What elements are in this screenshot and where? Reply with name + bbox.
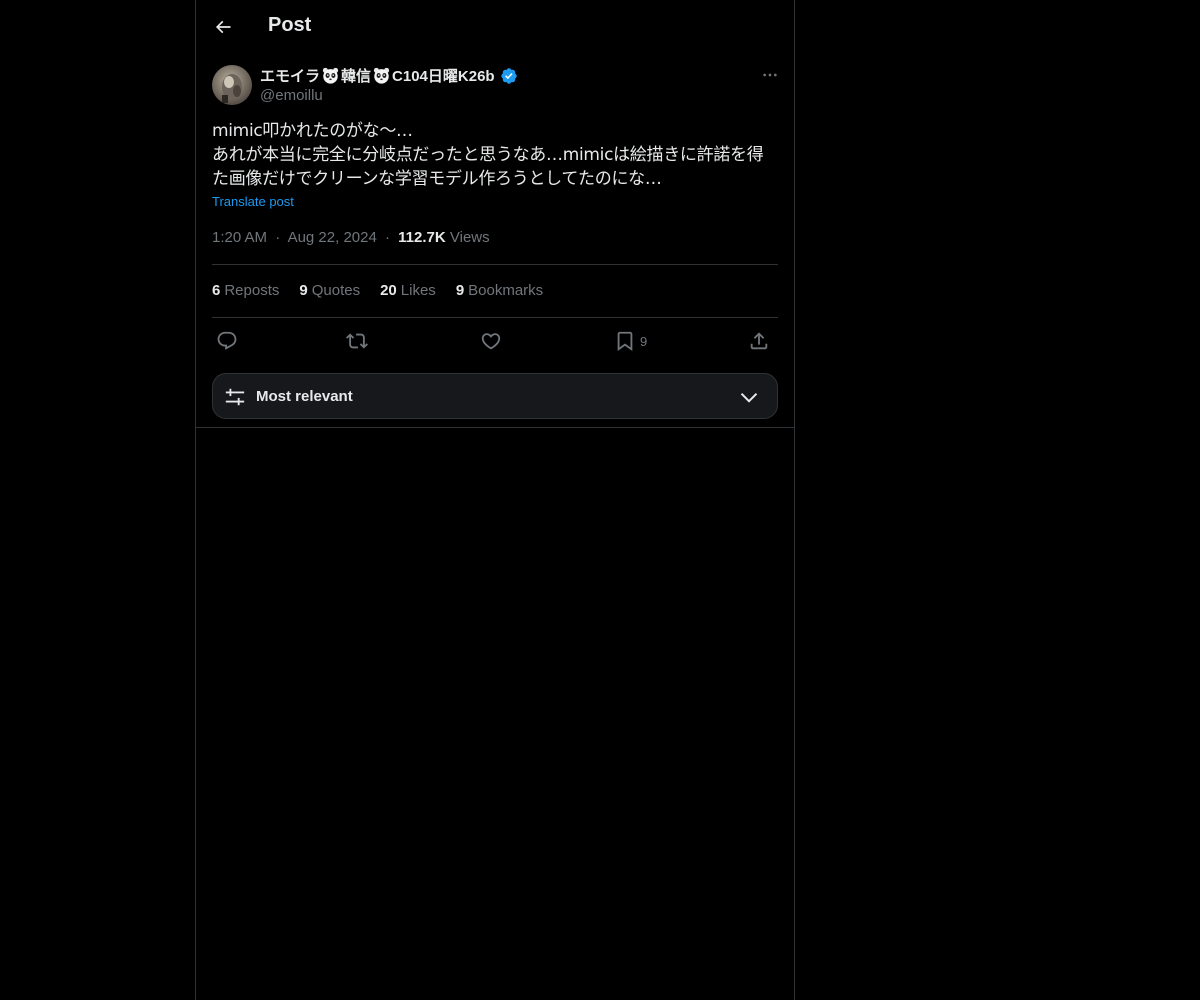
reply-button[interactable] bbox=[216, 326, 238, 356]
more-options-button[interactable] bbox=[744, 64, 778, 86]
share-icon bbox=[748, 330, 770, 352]
divider bbox=[212, 317, 778, 318]
divider bbox=[196, 427, 794, 428]
divider bbox=[212, 264, 778, 265]
sliders-icon bbox=[224, 386, 246, 408]
like-button[interactable] bbox=[480, 326, 502, 356]
translate-post-link[interactable]: Translate post bbox=[212, 194, 294, 209]
repost-button[interactable] bbox=[346, 326, 368, 356]
author-handle[interactable]: @emoillu bbox=[260, 87, 323, 104]
share-button[interactable] bbox=[748, 326, 770, 356]
reposts-count: 6 bbox=[212, 282, 221, 299]
post-text-line: た画像だけでクリーンな学習モデル作ろうとしてたのにな… bbox=[212, 169, 662, 189]
reply-sort-dropdown[interactable]: Most relevant bbox=[212, 373, 778, 419]
post-time[interactable]: 1:20 AM bbox=[212, 229, 267, 246]
more-horizontal-icon bbox=[762, 67, 778, 83]
post-text-line: あれが本当に完全に分岐点だったと思うなあ…mimicは絵描きに許諾を得 bbox=[212, 145, 764, 165]
chevron-down-icon bbox=[739, 387, 759, 407]
post-date[interactable]: Aug 22, 2024 bbox=[288, 229, 377, 246]
likes-count: 20 bbox=[380, 282, 397, 299]
bookmark-count: 9 bbox=[640, 333, 648, 349]
panda-emoji-icon bbox=[322, 67, 339, 84]
action-bar: 9 bbox=[212, 326, 778, 358]
reply-icon bbox=[216, 330, 238, 352]
author-name[interactable]: エモイラ 韓信 C104日曜K26b bbox=[260, 65, 518, 86]
quotes-label: Quotes bbox=[311, 282, 361, 299]
likes-stat[interactable]: 20 Likes bbox=[380, 282, 436, 302]
meta-separator: · bbox=[275, 229, 281, 246]
views-count: 112.7K bbox=[398, 229, 446, 246]
reposts-label: Reposts bbox=[224, 282, 280, 299]
verified-badge-icon[interactable] bbox=[500, 67, 518, 85]
views-label: Views bbox=[449, 229, 490, 246]
meta-separator: · bbox=[384, 229, 390, 246]
author-name-part2: 韓信 bbox=[341, 68, 372, 85]
quotes-stat[interactable]: 9 Quotes bbox=[299, 282, 360, 302]
bookmarks-count: 9 bbox=[455, 282, 465, 299]
reposts-stat[interactable]: 6 Reposts bbox=[212, 282, 279, 302]
likes-label: Likes bbox=[400, 282, 436, 299]
author-name-part1: エモイラ bbox=[260, 68, 321, 85]
bookmarks-label: Bookmarks bbox=[468, 282, 544, 299]
bookmark-icon bbox=[614, 330, 636, 352]
arrow-left-icon bbox=[213, 17, 233, 37]
post-meta: 1:20 AM · Aug 22, 2024 · 112.7K Views bbox=[212, 229, 490, 246]
post-text: mimic叩かれたのがな〜… あれが本当に完全に分岐点だったと思うなあ…mimi… bbox=[212, 119, 778, 191]
page-header: Post bbox=[196, 0, 794, 54]
avatar[interactable] bbox=[212, 65, 252, 105]
page-title: Post bbox=[268, 14, 312, 36]
sort-label: Most relevant bbox=[256, 388, 353, 405]
bookmark-button[interactable]: 9 bbox=[614, 326, 647, 356]
author-row: エモイラ 韓信 C104日曜K26b @emoillu bbox=[212, 64, 778, 108]
author-name-part3: C104日曜K26b bbox=[392, 68, 495, 85]
back-button[interactable] bbox=[206, 10, 240, 44]
post-stats: 6 Reposts 9 Quotes 20 Likes 9 Bookmarks bbox=[212, 282, 543, 302]
main-column: Post エモイラ 韓信 C104日曜K26b @emoillu mimic叩か… bbox=[195, 0, 795, 1000]
quotes-count: 9 bbox=[299, 282, 308, 299]
panda-emoji-icon bbox=[373, 67, 390, 84]
repost-icon bbox=[346, 330, 368, 352]
post-text-line: mimic叩かれたのがな〜… bbox=[212, 121, 413, 141]
bookmarks-stat[interactable]: 9 Bookmarks bbox=[456, 282, 543, 302]
heart-icon bbox=[480, 330, 502, 352]
